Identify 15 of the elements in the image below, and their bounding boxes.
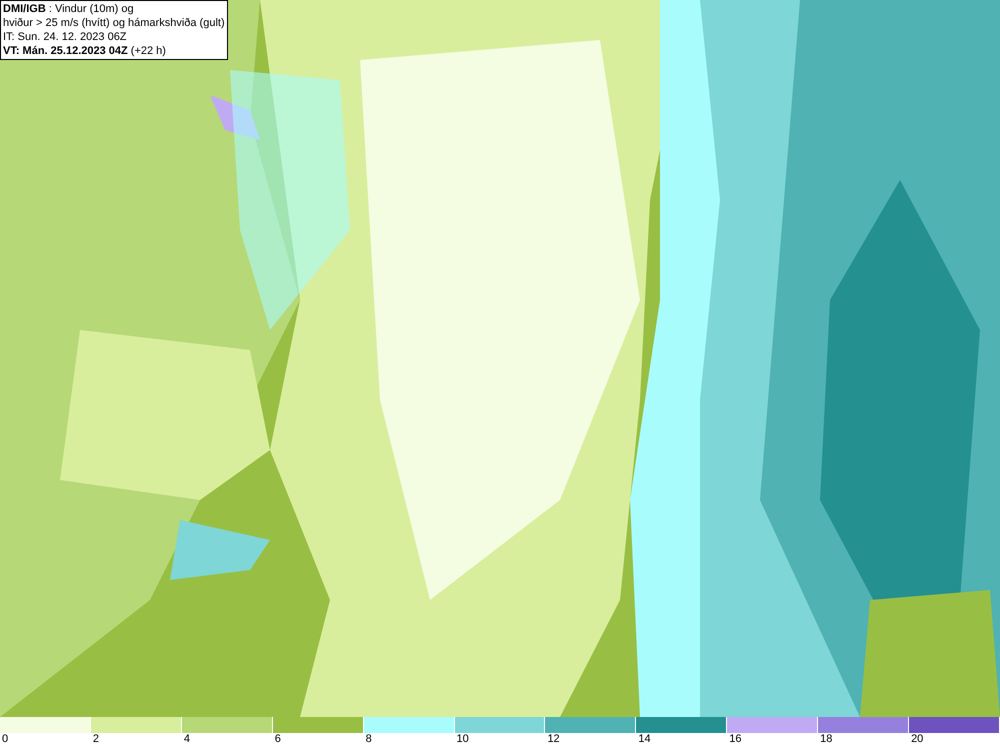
- legend-label: 20: [910, 733, 924, 746]
- title-line: VT: Mán. 25.12.2023 04Z (+22 h): [3, 44, 167, 58]
- legend-label: 14: [637, 733, 651, 746]
- legend-label: 10: [456, 733, 469, 746]
- title-line: IT: Sun. 24. 12. 2023 06Z: [3, 30, 128, 44]
- legend-label: 12: [546, 733, 560, 746]
- legend-label: 6: [274, 733, 281, 746]
- legend-label: 4: [182, 733, 190, 746]
- legend-label: 0: [1, 733, 8, 746]
- title-line: hviður > 25 m/s (hvítt) og hámarkshviða (gult): [3, 16, 225, 30]
- legend-label: 8: [364, 733, 372, 746]
- legend-label: 2: [92, 733, 100, 746]
- legend-label: 16: [728, 733, 742, 746]
- legend-label: 18: [819, 733, 832, 746]
- title-line: DMI/IGB : Vindur (10m) og: [3, 2, 135, 16]
